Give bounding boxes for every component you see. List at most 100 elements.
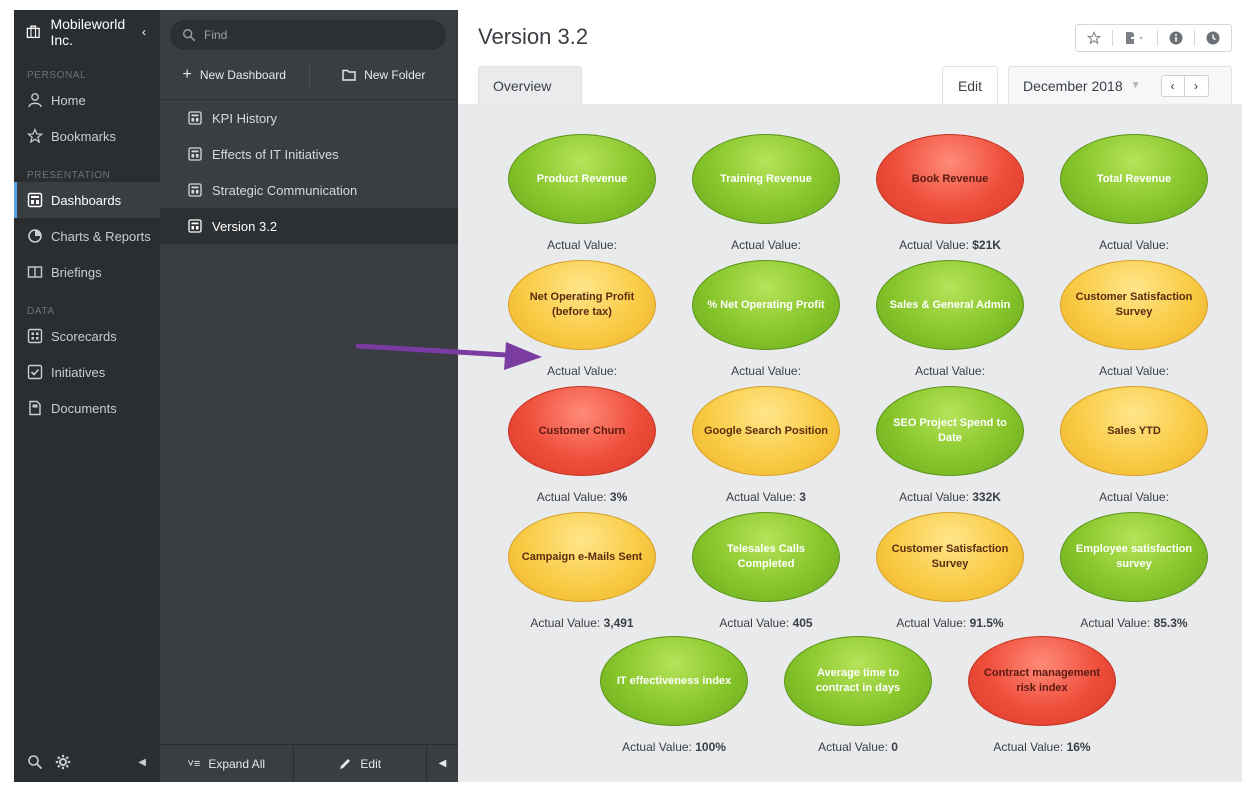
kpi-bubble[interactable]: Telesales Calls Completed [692,512,840,602]
kpi-name: Total Revenue [1096,172,1172,185]
expand-all-button[interactable]: ˅≡ Expand All [160,745,293,782]
kpi-bubble[interactable]: Campaign e-Mails Sent [508,512,656,602]
actual-value-label: Actual Value: [726,490,800,504]
nav-item-initiatives[interactable]: Initiatives [14,354,160,390]
actual-value-number: 332K [972,490,1001,504]
clock-icon [1206,31,1220,45]
nav-item-charts-reports[interactable]: Charts & Reports [14,218,160,254]
org-name: Mobileworld Inc. [50,16,126,48]
kpi-name: % Net Operating Profit [707,298,825,311]
briefcase-icon [26,25,40,39]
kpi-actual-value: Actual Value: [1049,364,1219,380]
actual-value-label: Actual Value: [731,238,801,252]
nav-footer: ◀ [14,742,160,782]
collapse-left-icon[interactable]: ◀ [138,757,146,768]
dashboard-row[interactable]: KPI History [160,100,458,136]
kpi-bubble[interactable]: Contract management risk index [968,636,1116,726]
dashboard-row-active[interactable]: Version 3.2 [160,208,458,244]
nav-item-scorecards[interactable]: Scorecards [14,318,160,354]
new-dashboard-button[interactable]: + New Dashboard [160,66,309,84]
nav-item-home[interactable]: Home [14,82,160,118]
tab-overview[interactable]: Overview [478,66,582,104]
tab-overview-label: Overview [493,77,552,94]
actual-value-label: Actual Value: [547,238,617,252]
annotation-arrow [356,342,542,370]
kpi-bubble[interactable]: Customer Satisfaction Survey [1060,260,1208,350]
previous-period-button[interactable]: ‹ [1160,74,1185,97]
kpi-bubble[interactable]: Sales & General Admin [876,260,1024,350]
actual-value-number: 3% [609,490,628,504]
new-dashboard-label: New Dashboard [199,67,286,82]
next-period-button[interactable]: › [1184,74,1209,97]
nav-item-documents[interactable]: Documents [14,390,160,426]
find-input[interactable]: Find [170,20,446,50]
kpi-bubble[interactable]: Book Revenue [876,134,1024,224]
kpi-bubble[interactable]: Average time to contract in days [784,636,932,726]
kpi-bubble[interactable]: Total Revenue [1060,134,1208,224]
kpi-bubble[interactable]: Product Revenue [508,134,656,224]
kpi-name: IT effectiveness index [616,674,732,687]
search-icon[interactable] [27,754,43,770]
kpi-actual-value: Actual Value: 3 [681,490,851,506]
kpi-name: Customer Satisfaction Survey [891,543,1009,570]
kpi-name: Campaign e-Mails Sent [521,550,643,563]
nav-item-briefings[interactable]: Briefings [14,254,160,290]
kpi-bubble[interactable]: Google Search Position [692,386,840,476]
collapse-list-icon[interactable]: ◀ [426,745,458,782]
kpi-name: Google Search Position [703,424,829,437]
find-placeholder: Find [204,28,228,42]
dashboard-row[interactable]: Strategic Communication [160,172,458,208]
kpi-name: Book Revenue [911,172,989,185]
kpi-name: Average time to contract in days [815,667,901,694]
edit-label: Edit [360,756,382,771]
actual-value-label: Actual Value: [818,740,892,754]
section-data: DATA [27,306,55,317]
kpi-name: Customer Satisfaction Survey [1075,291,1193,318]
nav-item-dashboards[interactable]: Dashboards [14,182,160,218]
list-actions: + New Dashboard New Folder [160,50,458,100]
kpi-actual-value: Actual Value: [497,238,667,254]
nav-item-label: Charts & Reports [51,228,151,244]
scorecard-icon [27,328,43,344]
nav-item-bookmarks[interactable]: Bookmarks [14,118,160,154]
tab-edit[interactable]: Edit [942,66,998,104]
actual-value-label: Actual Value: [899,490,973,504]
actual-value-label: Actual Value: [1080,616,1154,630]
kpi-bubble[interactable]: IT effectiveness index [600,636,748,726]
dashboard-row[interactable]: Effects of IT Initiatives [160,136,458,172]
kpi-actual-value: Actual Value: 16% [957,740,1127,756]
info-button[interactable] [1158,25,1194,51]
period-selector[interactable]: December 2018 ▼ ‹ › [1008,66,1232,104]
actual-value-label: Actual Value: [536,490,610,504]
kpi-bubble[interactable]: Sales YTD [1060,386,1208,476]
org-header[interactable]: Mobileworld Inc. ‹ [14,10,160,54]
period-label: December 2018 [1023,77,1123,94]
kpi-name: SEO Project Spend to Date [893,417,1007,444]
star-icon [27,128,43,144]
nav-item-label: Scorecards [51,328,117,344]
export-button[interactable] [1113,25,1157,51]
history-button[interactable] [1195,25,1231,51]
actual-value-label: Actual Value: [1099,490,1169,504]
page-toolbar [1075,24,1232,52]
main-content: Version 3.2 Overview Edit December 2018 … [458,10,1242,782]
plus-icon: + [182,65,192,83]
new-folder-button[interactable]: New Folder [310,68,459,82]
actual-value-label: Actual Value: [915,364,985,378]
expand-icon: ˅≡ [187,757,201,770]
kpi-bubble[interactable]: Training Revenue [692,134,840,224]
edit-list-button[interactable]: Edit [294,745,427,782]
main-navigation: Mobileworld Inc. ‹ PERSONAL Home Bookmar… [14,10,160,782]
kpi-bubble[interactable]: SEO Project Spend to Date [876,386,1024,476]
kpi-bubble[interactable]: Customer Satisfaction Survey [876,512,1024,602]
kpi-name: Contract management risk index [983,667,1101,694]
collapse-nav-icon[interactable]: ‹ [142,25,146,39]
dashboard-icon [188,183,202,197]
kpi-bubble[interactable]: Customer Churn [508,386,656,476]
kpi-bubble[interactable]: Employee satisfaction survey [1060,512,1208,602]
bookmark-button[interactable] [1076,25,1112,51]
gear-icon[interactable] [55,754,71,770]
nav-item-label: Home [51,92,86,108]
kpi-bubble[interactable]: % Net Operating Profit [692,260,840,350]
kpi-actual-value: Actual Value: 332K [865,490,1035,506]
